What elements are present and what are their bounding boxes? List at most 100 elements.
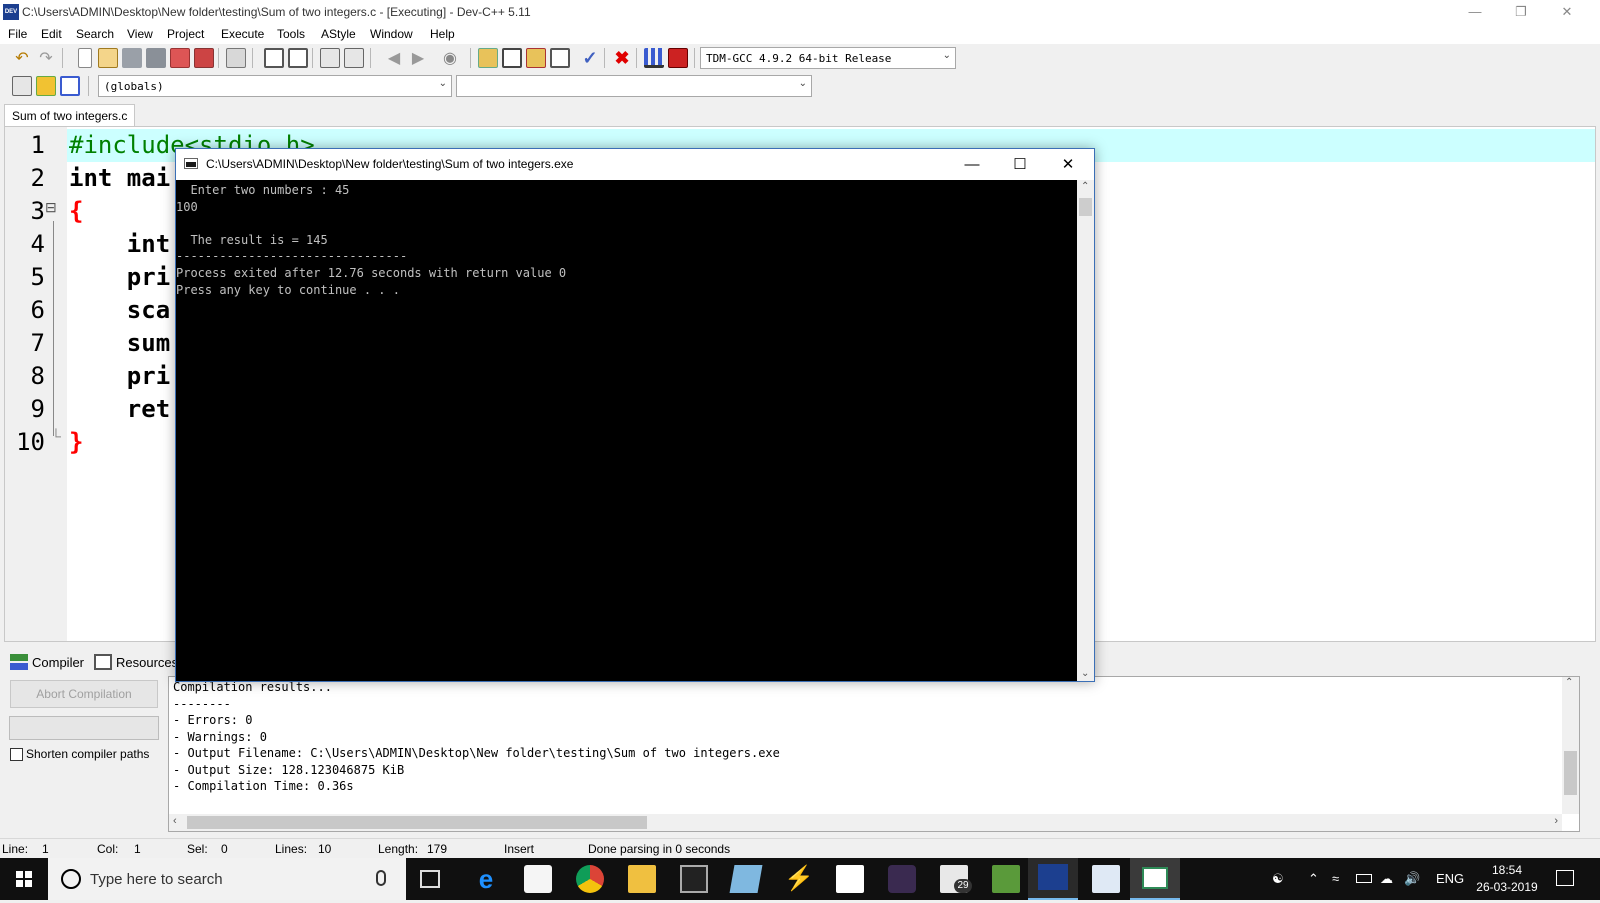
log-line: - Warnings: 0 <box>173 729 267 744</box>
scroll-up-icon[interactable]: ⌃ <box>1565 677 1573 688</box>
toolbar-separator <box>252 48 253 68</box>
people-icon[interactable]: ☯ <box>1272 871 1284 887</box>
print-icon[interactable] <box>226 48 246 68</box>
start-button[interactable] <box>0 858 48 900</box>
document-app-icon[interactable] <box>836 865 864 893</box>
close-all-icon[interactable] <box>194 48 214 68</box>
line-number: 6 <box>30 296 45 324</box>
indent-icon[interactable] <box>320 48 340 68</box>
compile-icon[interactable] <box>478 48 498 68</box>
redo-icon[interactable]: ↷ <box>36 48 56 68</box>
shorten-paths-checkbox[interactable] <box>10 748 23 761</box>
menu-search[interactable]: Search <box>76 27 114 41</box>
status-bar: Line: 1 Col: 1 Sel: 0 Lines: 10 Length: … <box>0 838 1600 858</box>
taskbar-console[interactable] <box>1130 858 1180 900</box>
scroll-right-icon[interactable]: › <box>1554 815 1558 827</box>
onedrive-icon[interactable]: ☁ <box>1380 871 1393 887</box>
profile-chart-icon[interactable] <box>644 48 664 68</box>
scroll-down-icon[interactable]: ⌄ <box>1081 668 1089 679</box>
member-select[interactable]: ⌄ <box>456 75 812 97</box>
tab-compiler[interactable]: Compiler <box>4 651 90 673</box>
save-icon[interactable] <box>122 48 142 68</box>
command-prompt-icon[interactable] <box>680 865 708 893</box>
network-icon[interactable]: ≈ <box>1332 871 1339 886</box>
run-icon[interactable] <box>502 48 522 68</box>
undo-icon[interactable]: ↶ <box>12 48 32 68</box>
unindent-icon[interactable] <box>344 48 364 68</box>
log-horizontal-scrollbar[interactable]: ‹ › <box>169 814 1562 831</box>
close-icon[interactable]: ✕ <box>1045 149 1091 180</box>
bookmark-icon[interactable]: ◉ <box>440 48 460 68</box>
code-line: int mai <box>69 164 171 192</box>
mail-icon[interactable]: 29 <box>940 865 972 893</box>
console-window[interactable]: C:\Users\ADMIN\Desktop\New folder\testin… <box>175 148 1095 682</box>
menu-edit[interactable]: Edit <box>41 27 62 41</box>
log-vertical-scrollbar[interactable]: ⌃ <box>1562 677 1579 814</box>
tab-resources[interactable]: Resources <box>88 651 184 673</box>
menu-window[interactable]: Window <box>370 27 413 41</box>
taskbar-search[interactable]: Type here to search <box>48 858 406 900</box>
taskbar-clock[interactable]: 18:54 26-03-2019 <box>1470 862 1544 896</box>
toggle-bookmark-icon[interactable] <box>60 76 80 96</box>
minimize-icon[interactable]: — <box>949 149 995 180</box>
log-scroll-thumb[interactable] <box>1564 751 1577 795</box>
edge-browser-icon[interactable]: e <box>472 865 500 893</box>
store-icon[interactable] <box>524 865 552 893</box>
app-icon[interactable] <box>888 865 916 893</box>
menu-view[interactable]: View <box>127 27 153 41</box>
scroll-up-icon[interactable]: ⌃ <box>1081 181 1089 192</box>
taskbar-devcpp[interactable] <box>1028 858 1078 900</box>
notepad-icon[interactable] <box>729 865 763 893</box>
filezilla-icon[interactable]: ⚡ <box>784 865 814 893</box>
insert-icon[interactable] <box>12 76 32 96</box>
abort-compilation-button[interactable]: Abort Compilation <box>10 680 158 708</box>
close-file-icon[interactable] <box>170 48 190 68</box>
volume-icon[interactable]: 🔊 <box>1404 871 1420 887</box>
goto-icon[interactable] <box>36 76 56 96</box>
menu-astyle[interactable]: AStyle <box>321 27 356 41</box>
log-line: - Output Size: 128.123046875 KiB <box>173 762 405 777</box>
menu-tools[interactable]: Tools <box>277 27 305 41</box>
fold-collapse-icon[interactable]: ⊟ <box>45 199 57 216</box>
compile-log[interactable]: Compilation results... -------- - Errors… <box>168 676 1580 832</box>
maximize-icon[interactable]: ☐ <box>997 149 1043 180</box>
scope-select[interactable]: (globals) ⌄ <box>98 75 452 97</box>
forward-icon[interactable]: ▶ <box>408 48 428 68</box>
back-icon[interactable]: ◀ <box>384 48 404 68</box>
menu-help[interactable]: Help <box>430 27 455 41</box>
stop-execution-icon[interactable]: ✖ <box>612 48 632 68</box>
open-file-icon[interactable] <box>98 48 118 68</box>
image-viewer-icon[interactable] <box>1092 865 1120 893</box>
delete-profile-icon[interactable] <box>668 48 688 68</box>
menu-file[interactable]: File <box>8 27 27 41</box>
restore-icon[interactable]: ❐ <box>1498 0 1544 24</box>
tab-sum-of-two-integers[interactable]: Sum of two integers.c <box>4 104 136 127</box>
console-scroll-thumb[interactable] <box>1079 198 1092 216</box>
minimize-icon[interactable]: — <box>1452 0 1498 24</box>
syntax-check-icon[interactable]: ✓ <box>580 48 600 68</box>
microphone-icon[interactable] <box>376 870 386 886</box>
console-title: C:\Users\ADMIN\Desktop\New folder\testin… <box>206 157 574 171</box>
task-view-icon[interactable] <box>420 870 440 888</box>
language-indicator[interactable]: ENG <box>1436 871 1464 886</box>
compile-run-icon[interactable] <box>526 48 546 68</box>
menu-execute[interactable]: Execute <box>221 27 264 41</box>
chevron-up-icon[interactable]: ⌃ <box>1308 871 1319 887</box>
compiler-select[interactable]: TDM-GCC 4.9.2 64-bit Release ⌄ <box>700 47 956 69</box>
menu-project[interactable]: Project <box>167 27 204 41</box>
rebuild-icon[interactable] <box>550 48 570 68</box>
battery-icon[interactable] <box>1356 874 1372 883</box>
save-all-icon[interactable] <box>146 48 166 68</box>
toolbar-separator <box>370 48 371 68</box>
spreadsheet-app-icon[interactable] <box>992 865 1020 893</box>
replace-icon[interactable] <box>288 48 308 68</box>
find-icon[interactable] <box>264 48 284 68</box>
log-hscroll-thumb[interactable] <box>187 816 647 829</box>
new-file-icon[interactable] <box>78 48 92 68</box>
notifications-icon[interactable] <box>1556 870 1574 886</box>
close-icon[interactable]: ✕ <box>1544 0 1590 24</box>
chrome-icon[interactable] <box>576 865 604 893</box>
console-scrollbar[interactable]: ⌃ ⌄ <box>1077 180 1094 681</box>
scroll-left-icon[interactable]: ‹ <box>173 815 177 827</box>
file-explorer-icon[interactable] <box>628 865 656 893</box>
